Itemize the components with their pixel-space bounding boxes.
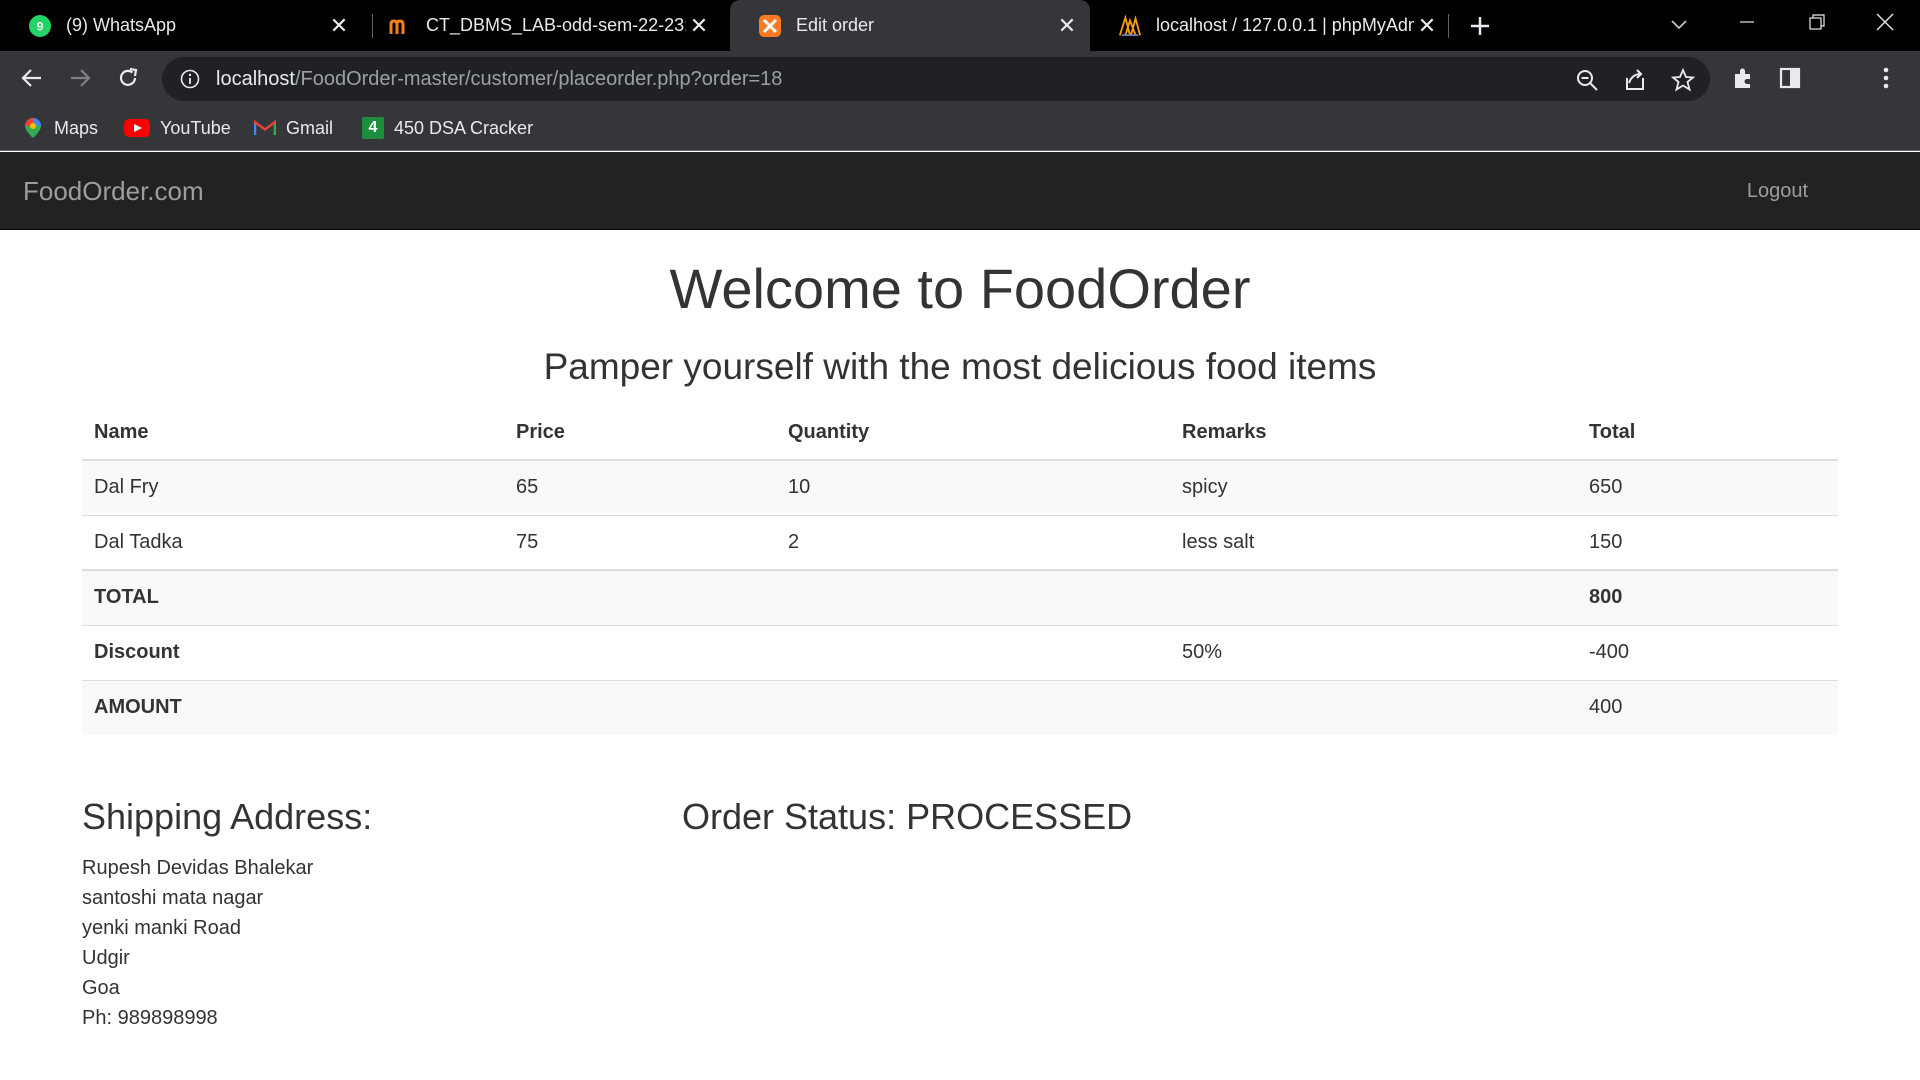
bookmark-label: 450 DSA Cracker bbox=[394, 117, 534, 138]
close-tab-icon[interactable]: ✕ bbox=[326, 13, 352, 39]
address-line-1: santoshi mata nagar bbox=[82, 887, 264, 909]
cell-name: Dal Tadka bbox=[82, 514, 504, 570]
phpmyadmin-icon bbox=[1118, 13, 1142, 38]
tab-title: (9) WhatsApp bbox=[66, 15, 177, 35]
discount-percent: 50% bbox=[1170, 624, 1577, 680]
tab-moodle[interactable]: CT_DBMS_LAB-odd-sem-22-23: A ✕ bbox=[360, 0, 722, 51]
address-phone: Ph: 989898998 bbox=[82, 1007, 218, 1029]
column-header-name: Name bbox=[82, 406, 504, 461]
bookmark-label: YouTube bbox=[160, 117, 231, 138]
side-panel-icon[interactable] bbox=[1772, 60, 1808, 96]
extensions-icon[interactable] bbox=[1725, 60, 1761, 96]
address-name: Rupesh Devidas Bhalekar bbox=[82, 857, 314, 879]
url-host: localhost bbox=[216, 67, 295, 90]
dsa-cracker-icon: 4 bbox=[362, 117, 384, 139]
bookmark-star-icon[interactable] bbox=[1670, 67, 1696, 93]
url-text: localhost/FoodOrder-master/customer/plac… bbox=[216, 68, 782, 91]
tab-title: localhost / 127.0.0.1 | phpMyAdm bbox=[1156, 15, 1414, 35]
cell-name: Dal Fry bbox=[82, 459, 504, 515]
discount-row: Discount 50% -400 bbox=[82, 624, 1838, 680]
site-navbar: FoodOrder.com Logout bbox=[0, 152, 1920, 230]
new-tab-button[interactable] bbox=[1464, 10, 1496, 42]
amount-row: AMOUNT 400 bbox=[82, 679, 1838, 735]
order-status: Order Status: PROCESSED bbox=[682, 796, 1133, 837]
tab-edit-order[interactable]: Edit order ✕ bbox=[730, 0, 1090, 51]
tab-search-chevron-icon[interactable] bbox=[1664, 10, 1694, 40]
bookmark-label: Gmail bbox=[286, 117, 334, 138]
bookmark-label: Maps bbox=[54, 117, 99, 138]
amount-value: 400 bbox=[1577, 679, 1838, 735]
page-tagline: Pamper yourself with the most delicious … bbox=[543, 346, 1377, 387]
tab-phpmyadmin[interactable]: localhost / 127.0.0.1 | phpMyAdm ✕ bbox=[1090, 0, 1450, 51]
discount-value: -400 bbox=[1577, 624, 1838, 680]
total-value: 800 bbox=[1577, 569, 1838, 625]
url-path: /FoodOrder-master/customer/placeorder.ph… bbox=[294, 67, 783, 90]
address-line-2: yenki manki Road bbox=[82, 917, 241, 939]
cell-total: 650 bbox=[1577, 459, 1838, 515]
discount-label: Discount bbox=[82, 624, 504, 680]
page-title: Welcome to FoodOrder bbox=[669, 257, 1251, 320]
close-window-icon[interactable] bbox=[1850, 0, 1920, 44]
shipping-address-heading: Shipping Address: bbox=[82, 796, 373, 837]
table-header-row: Name Price Quantity Remarks Total bbox=[82, 406, 1838, 461]
address-bar[interactable]: localhost/FoodOrder-master/customer/plac… bbox=[162, 57, 1710, 101]
cell-remarks: less salt bbox=[1170, 514, 1577, 570]
column-header-remarks: Remarks bbox=[1170, 406, 1577, 461]
youtube-icon bbox=[124, 117, 150, 139]
column-header-total: Total bbox=[1577, 406, 1838, 461]
reload-icon[interactable] bbox=[110, 60, 146, 96]
bookmark-youtube[interactable]: YouTube bbox=[124, 113, 231, 143]
moodle-icon bbox=[388, 14, 412, 38]
close-tab-icon[interactable]: ✕ bbox=[1054, 13, 1080, 39]
tab-strip: 9 (9) WhatsApp ✕ CT_DBMS_LAB-odd-sem-22-… bbox=[0, 0, 1920, 51]
order-table: Name Price Quantity Remarks Total Dal Fr… bbox=[82, 406, 1838, 735]
more-menu-icon[interactable] bbox=[1868, 60, 1904, 96]
restore-icon[interactable] bbox=[1782, 0, 1852, 44]
tab-title: CT_DBMS_LAB-odd-sem-22-23: A bbox=[426, 15, 686, 35]
table-row: Dal Tadka 75 2 less salt 150 bbox=[82, 514, 1838, 570]
forward-icon[interactable] bbox=[62, 60, 98, 96]
address-state: Goa bbox=[82, 977, 120, 999]
xampp-icon bbox=[758, 14, 782, 38]
amount-label: AMOUNT bbox=[82, 679, 504, 735]
table-row: Dal Fry 65 10 spicy 650 bbox=[82, 459, 1838, 515]
total-row: TOTAL 800 bbox=[82, 569, 1838, 625]
cell-quantity: 2 bbox=[776, 514, 1170, 570]
cell-price: 75 bbox=[504, 514, 776, 570]
bookmark-450-dsa-cracker[interactable]: 4 450 DSA Cracker bbox=[362, 113, 533, 143]
bookmarks-bar: Maps YouTube Gmail 4 450 DSA Cracker bbox=[0, 105, 1920, 151]
column-header-price: Price bbox=[504, 406, 776, 461]
cell-remarks: spicy bbox=[1170, 459, 1577, 515]
bookmark-maps[interactable]: Maps bbox=[22, 113, 98, 143]
maps-icon bbox=[22, 117, 44, 139]
tab-title: Edit order bbox=[796, 15, 875, 35]
tab-separator bbox=[1448, 14, 1449, 38]
gmail-icon bbox=[254, 117, 276, 139]
total-label: TOTAL bbox=[82, 569, 504, 625]
cell-total: 150 bbox=[1577, 514, 1838, 570]
zoom-icon[interactable] bbox=[1574, 67, 1600, 93]
address-city: Udgir bbox=[82, 947, 130, 969]
cell-quantity: 10 bbox=[776, 459, 1170, 515]
minimize-icon[interactable] bbox=[1712, 0, 1782, 44]
site-info-icon[interactable] bbox=[178, 67, 202, 91]
brand-link[interactable]: FoodOrder.com bbox=[23, 176, 204, 207]
close-tab-icon[interactable]: ✕ bbox=[686, 13, 712, 39]
share-icon[interactable] bbox=[1622, 67, 1648, 93]
browser-toolbar: localhost/FoodOrder-master/customer/plac… bbox=[0, 51, 1920, 145]
tab-whatsapp[interactable]: 9 (9) WhatsApp ✕ bbox=[0, 0, 362, 51]
cell-price: 65 bbox=[504, 459, 776, 515]
logout-link[interactable]: Logout bbox=[1747, 180, 1808, 203]
back-icon[interactable] bbox=[14, 60, 50, 96]
svg-text:9: 9 bbox=[37, 19, 44, 33]
close-tab-icon[interactable]: ✕ bbox=[1414, 13, 1440, 39]
shipping-address: Rupesh Devidas Bhalekar santoshi mata na… bbox=[82, 853, 313, 1033]
whatsapp-icon: 9 bbox=[28, 14, 52, 38]
column-header-quantity: Quantity bbox=[776, 406, 1170, 461]
bookmark-gmail[interactable]: Gmail bbox=[254, 113, 333, 143]
